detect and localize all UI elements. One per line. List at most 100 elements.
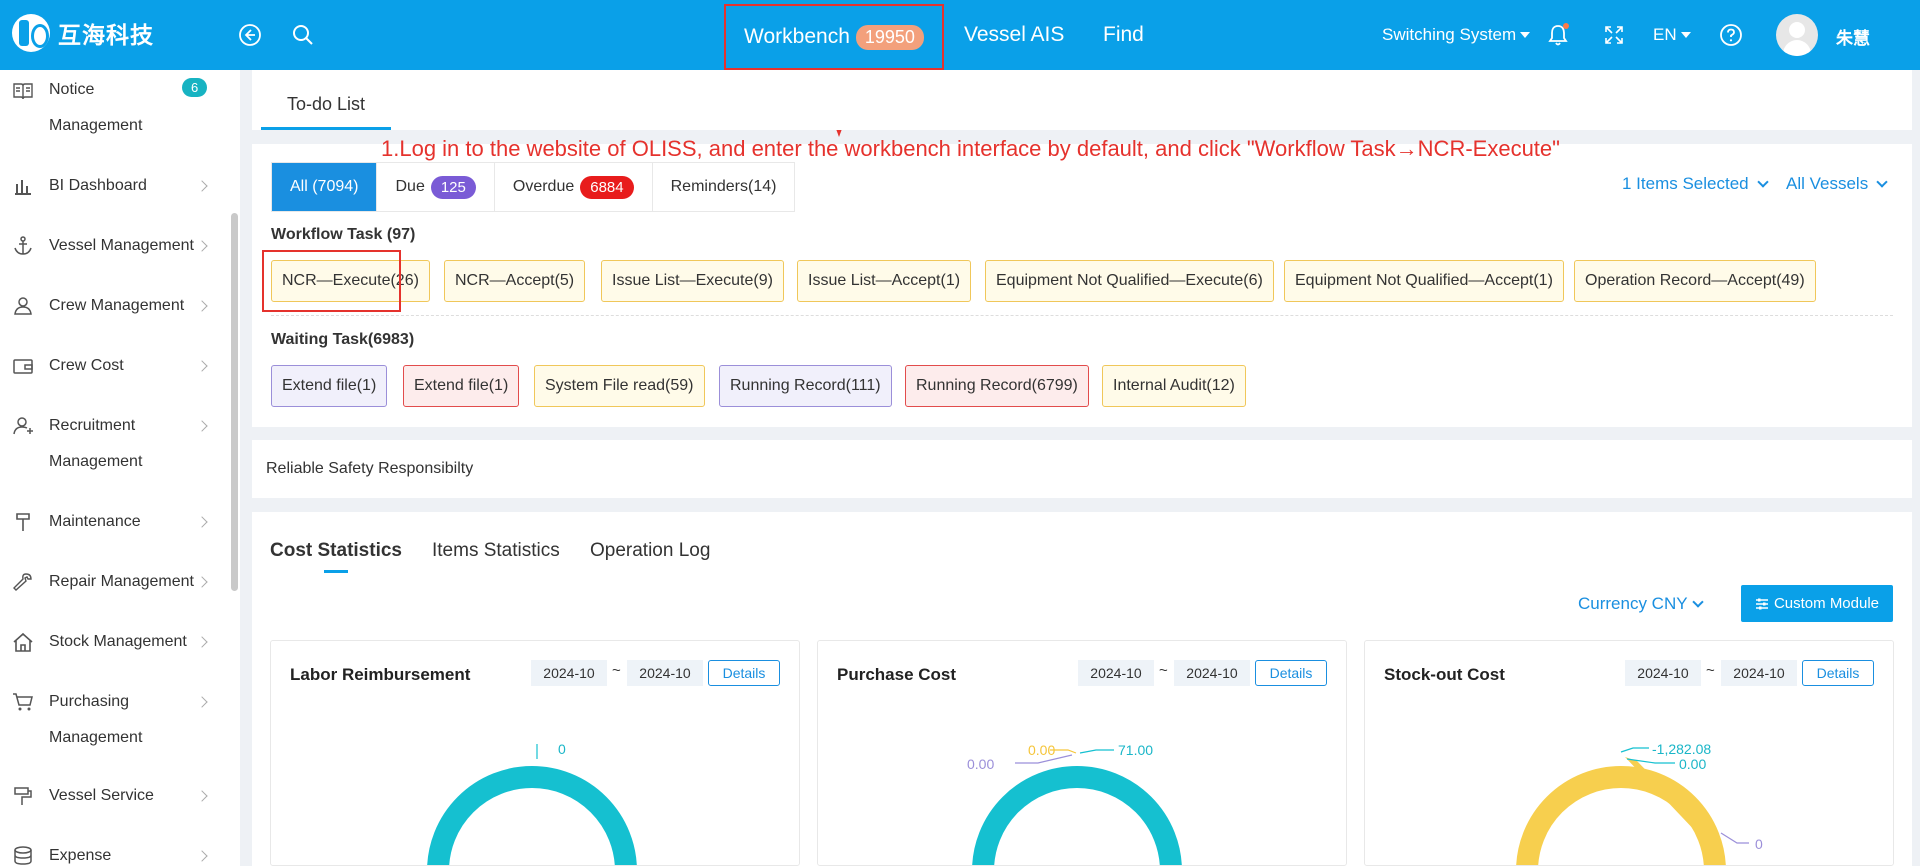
workflow-chip-issue-list-execute[interactable]: Issue List—Execute(9)	[601, 260, 784, 302]
chevron-right-icon	[196, 516, 208, 528]
currency-dropdown[interactable]: Currency CNY	[1578, 594, 1704, 614]
details-button[interactable]: Details	[1255, 660, 1327, 686]
workflow-chip-ncr-accept[interactable]: NCR—Accept(5)	[444, 260, 586, 302]
items-selected-dropdown[interactable]: 1 Items Selected	[1622, 174, 1769, 194]
sidebar-item-purchasing-management[interactable]: Purchasing Management	[0, 684, 240, 756]
workflow-chip-issue-list-accept[interactable]: Issue List—Accept(1)	[797, 260, 972, 302]
sidebar-item-label: Crew Cost	[49, 357, 124, 374]
active-tab-indicator	[324, 570, 348, 573]
anchor-icon	[14, 236, 32, 255]
gauge-label: 0.00	[967, 756, 995, 772]
chevron-right-icon	[196, 636, 208, 648]
date-from[interactable]: 2024-10	[1625, 660, 1701, 686]
gauge-label: -1,282.08	[1652, 741, 1712, 757]
sidebar-item-stock-management[interactable]: Stock Management	[0, 624, 240, 660]
filter-overdue-label: Overdue	[512, 178, 575, 195]
chevron-down-icon	[1756, 176, 1769, 188]
user-icon	[14, 297, 32, 315]
sidebar-item-label-2: Management	[49, 117, 143, 134]
sidebar-item-repair-management[interactable]: Repair Management	[0, 564, 240, 600]
details-button[interactable]: Details	[1802, 660, 1874, 686]
workflow-chip-equipment-accept[interactable]: Equipment Not Qualified—Accept(1)	[1284, 260, 1564, 302]
overdue-count-badge: 6884	[580, 175, 634, 199]
card-stock-out-cost: Stock-out Cost 2024-10 ~ 2024-10 Details…	[1364, 640, 1894, 866]
card-title: Stock-out Cost	[1384, 665, 1505, 684]
waiting-chip-internal-audit[interactable]: Internal Audit(12)	[1102, 365, 1246, 407]
sidebar-item-label: Purchasing	[49, 693, 130, 710]
sidebar: Notice Management 6 BI Dashboard Vessel …	[0, 70, 240, 866]
workflow-chip-operation-record-accept[interactable]: Operation Record—Accept(49)	[1574, 260, 1816, 302]
filter-all-label: All (7094)	[290, 178, 359, 195]
waiting-chip-system-file-read[interactable]: System File read(59)	[534, 365, 705, 407]
all-vessels-dropdown[interactable]: All Vessels	[1786, 174, 1888, 194]
tab-cost-statistics[interactable]: Cost Statistics	[270, 540, 402, 562]
date-to[interactable]: 2024-10	[1721, 660, 1797, 686]
todo-header-panel	[252, 70, 1912, 130]
date-separator: ~	[612, 662, 621, 679]
filter-due-label: Due	[395, 178, 425, 195]
bar-chart-icon	[15, 180, 31, 195]
sidebar-item-recruitment-management[interactable]: Recruitment Management	[0, 408, 240, 480]
sidebar-item-label: Expense	[49, 847, 112, 864]
sidebar-item-bi-dashboard[interactable]: BI Dashboard	[0, 168, 240, 204]
date-from[interactable]: 2024-10	[531, 660, 607, 686]
sidebar-item-crew-management[interactable]: Crew Management	[0, 288, 240, 324]
due-count-badge: 125	[430, 175, 476, 199]
chevron-down-icon	[1691, 596, 1704, 608]
sidebar-item-label: Vessel Service	[49, 787, 154, 804]
filter-tab-due[interactable]: Due 125	[377, 163, 495, 211]
safety-label: Reliable Safety Responsibilty	[266, 460, 474, 477]
hammer-icon	[16, 513, 30, 531]
card-title: Labor Reimbursement	[290, 665, 471, 684]
filter-tab-overdue[interactable]: Overdue 6884	[495, 163, 653, 211]
waiting-task-title: Waiting Task(6983)	[271, 331, 415, 348]
sidebar-item-label: Recruitment	[49, 417, 136, 434]
gauge-label: 0	[1755, 836, 1763, 852]
ncr-execute-highlight	[262, 250, 401, 312]
tab-items-statistics[interactable]: Items Statistics	[432, 540, 560, 562]
coins-icon	[14, 846, 32, 865]
sidebar-item-expense[interactable]: Expense	[0, 838, 240, 866]
workflow-task-title: Workflow Task (97)	[271, 226, 416, 243]
sidebar-item-maintenance[interactable]: Maintenance	[0, 504, 240, 540]
book-icon	[13, 83, 33, 100]
date-to[interactable]: 2024-10	[627, 660, 703, 686]
details-button[interactable]: Details	[708, 660, 780, 686]
sidebar-item-label: Crew Management	[49, 297, 185, 314]
sidebar-scrollbar[interactable]	[231, 213, 238, 591]
cart-icon	[13, 693, 33, 711]
custom-module-button[interactable]: Custom Module	[1741, 585, 1893, 622]
notice-count-badge: 6	[182, 78, 208, 97]
workflow-chip-equipment-execute[interactable]: Equipment Not Qualified—Execute(6)	[985, 260, 1274, 302]
filter-tab-all[interactable]: All (7094)	[272, 163, 378, 211]
chevron-down-icon	[1876, 176, 1888, 188]
sidebar-item-label: Stock Management	[49, 633, 187, 650]
currency-label: Currency CNY	[1578, 594, 1688, 613]
waiting-chip-extend-file-overdue[interactable]: Extend file(1)	[403, 365, 520, 407]
sidebar-item-notice-management[interactable]: Notice Management 6	[0, 72, 240, 142]
waiting-chip-running-record[interactable]: Running Record(111)	[719, 365, 892, 407]
filter-tab-reminders[interactable]: Reminders(14)	[653, 163, 795, 211]
waiting-chip-running-record-overdue[interactable]: Running Record(6799)	[905, 365, 1089, 407]
chevron-right-icon	[196, 696, 208, 708]
chevron-right-icon	[196, 576, 208, 588]
date-from[interactable]: 2024-10	[1078, 660, 1154, 686]
sidebar-item-vessel-management[interactable]: Vessel Management	[0, 228, 240, 264]
date-separator: ~	[1159, 662, 1168, 679]
sidebar-item-label: Maintenance	[49, 513, 141, 530]
sidebar-item-vessel-service[interactable]: Vessel Service	[0, 778, 240, 814]
tab-todo-list[interactable]: To-do List	[261, 82, 391, 130]
chevron-right-icon	[196, 790, 208, 802]
chevron-right-icon	[196, 420, 208, 432]
items-selected-label: 1 Items Selected	[1622, 174, 1749, 193]
sidebar-item-crew-cost[interactable]: Crew Cost	[0, 348, 240, 384]
chevron-right-icon	[196, 240, 208, 252]
waiting-chip-extend-file[interactable]: Extend file(1)	[271, 365, 388, 407]
sliders-icon	[1755, 598, 1768, 609]
tab-operation-log[interactable]: Operation Log	[590, 540, 710, 562]
date-to[interactable]: 2024-10	[1174, 660, 1250, 686]
sidebar-item-label-2: Management	[49, 729, 143, 746]
all-vessels-label: All Vessels	[1786, 174, 1869, 193]
custom-module-label: Custom Module	[1773, 595, 1880, 612]
card-purchase-cost: Purchase Cost 2024-10 ~ 2024-10 Details …	[817, 640, 1347, 866]
